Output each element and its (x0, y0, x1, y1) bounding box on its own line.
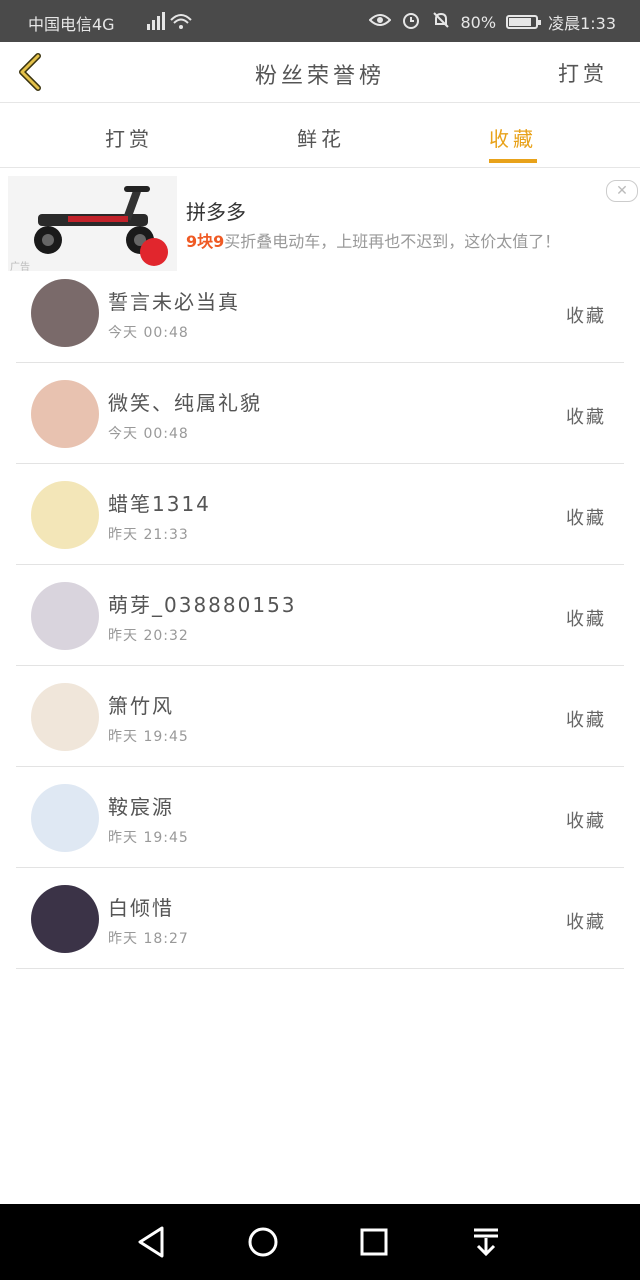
user-name: 蜡笔1314 (108, 492, 211, 516)
triangle-back-icon (138, 1226, 164, 1258)
alarm-icon (401, 10, 421, 34)
timestamp: 今天 00:48 (108, 325, 189, 341)
list-item[interactable]: 鞍宸源 昨天 19:45 收藏 (16, 767, 624, 868)
battery-icon (506, 15, 542, 29)
user-name: 鞍宸源 (108, 795, 174, 819)
page-title: 粉丝荣誉榜 (254, 64, 385, 89)
nav-back-button[interactable] (132, 1222, 172, 1262)
action-label: 收藏 (566, 912, 606, 933)
list-item[interactable]: 蜡笔1314 昨天 21:33 收藏 (16, 464, 624, 565)
timestamp: 昨天 19:45 (108, 729, 189, 745)
action-label: 收藏 (566, 609, 606, 630)
system-nav-bar (0, 1204, 640, 1280)
nav-home-button[interactable] (243, 1222, 283, 1262)
nav-notifications-button[interactable] (466, 1222, 506, 1262)
mute-bell-icon (431, 10, 451, 34)
action-label: 收藏 (566, 508, 606, 529)
list-item[interactable]: 白倾惜 昨天 18:27 收藏 (16, 868, 624, 969)
tab-bar: 打赏 鲜花 收藏 (0, 103, 640, 168)
square-recents-icon (360, 1228, 388, 1256)
action-label: 收藏 (566, 710, 606, 731)
user-name: 白倾惜 (108, 896, 174, 920)
list-item[interactable]: 微笑、纯属礼貌 今天 00:48 收藏 (16, 363, 624, 464)
tab-reward[interactable]: 打赏 (105, 123, 153, 152)
carrier-label: 中国电信4G (28, 15, 115, 34)
avatar[interactable] (31, 481, 99, 549)
tab-active-indicator (489, 159, 537, 163)
signal-icon (145, 10, 193, 36)
ad-price: 9块9 (186, 232, 225, 251)
tab-favorites[interactable]: 收藏 (489, 123, 537, 152)
action-label: 收藏 (566, 407, 606, 428)
avatar[interactable] (31, 885, 99, 953)
list-item[interactable]: 萌芽_038880153 昨天 20:32 收藏 (16, 565, 624, 666)
timestamp: 昨天 20:32 (108, 628, 189, 644)
favorites-list: 誓言未必当真 今天 00:48 收藏 微笑、纯属礼貌 今天 00:48 收藏 蜡… (0, 262, 640, 969)
avatar[interactable] (31, 683, 99, 751)
clock: 凌晨1:33 (548, 14, 616, 33)
reward-button[interactable]: 打赏 (558, 58, 608, 88)
action-label: 收藏 (566, 811, 606, 832)
avatar[interactable] (31, 380, 99, 448)
eye-icon (368, 12, 391, 32)
avatar[interactable] (31, 582, 99, 650)
nav-recents-button[interactable] (354, 1222, 394, 1262)
ad-title: 拼多多 (186, 200, 246, 224)
tab-flowers[interactable]: 鲜花 (297, 123, 345, 152)
ad-description: 9块9买折叠电动车，上班再也不迟到，这价太值了！ (186, 228, 560, 252)
ad-close-button[interactable]: ✕ (606, 180, 638, 202)
timestamp: 昨天 21:33 (108, 527, 189, 543)
timestamp: 昨天 18:27 (108, 931, 189, 947)
list-item[interactable]: 誓言未必当真 今天 00:48 收藏 (16, 262, 624, 363)
avatar[interactable] (31, 784, 99, 852)
ad-description-text: 买折叠电动车，上班再也不迟到，这价太值了！ (224, 232, 561, 251)
pull-down-icon (474, 1228, 498, 1257)
list-item[interactable]: 箫竹风 昨天 19:45 收藏 (16, 666, 624, 767)
timestamp: 昨天 19:45 (108, 830, 189, 846)
user-name: 微笑、纯属礼貌 (108, 391, 262, 415)
top-bar: 粉丝荣誉榜 打赏 (0, 42, 640, 103)
status-bar: 中国电信4G 80% 凌晨1:33 (0, 0, 640, 42)
user-name: 萌芽_038880153 (108, 593, 297, 617)
ad-image (8, 176, 177, 271)
circle-home-icon (248, 1227, 278, 1257)
user-name: 箫竹风 (108, 694, 174, 718)
action-label: 收藏 (566, 306, 606, 327)
status-right: 80% 凌晨1:33 (368, 10, 616, 34)
avatar[interactable] (31, 279, 99, 347)
battery-percent: 80% (460, 12, 497, 32)
timestamp: 今天 00:48 (108, 426, 189, 442)
user-name: 誓言未必当真 (108, 290, 240, 314)
